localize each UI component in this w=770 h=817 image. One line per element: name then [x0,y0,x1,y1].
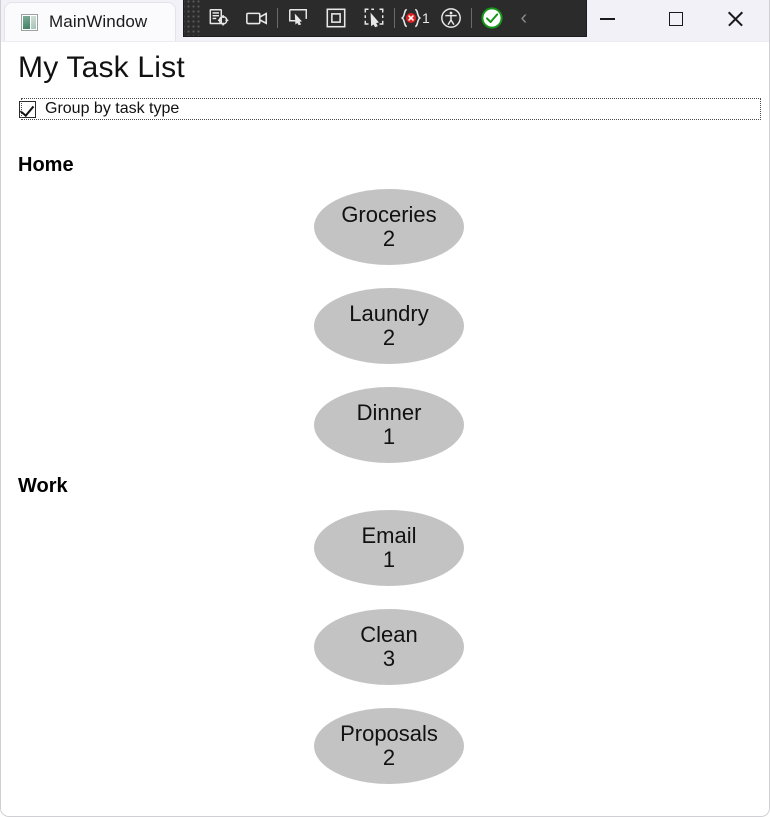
toolbar-separator [470,8,472,28]
page-title: My Task List [18,51,185,84]
window-title: MainWindow [49,12,148,31]
app-window-icon [21,13,38,31]
toolbar-separator [277,8,278,28]
minimize-icon [599,18,615,20]
task-node-label: Laundry [349,301,429,327]
minimize-button[interactable] [584,0,630,38]
task-node-label: Proposals [340,721,438,747]
cursor-select-icon[interactable] [279,0,317,36]
task-node-count: 1 [382,547,396,572]
checkmark-icon [19,101,35,117]
task-node-count: 3 [382,646,396,671]
checkbox-box [19,100,36,118]
task-node[interactable]: Laundry 2 [314,288,464,364]
record-video-icon[interactable] [238,0,276,36]
task-node-label: Clean [360,622,418,648]
task-node[interactable]: Email 1 [314,510,464,586]
task-node-count: 2 [382,325,396,350]
task-node-label: Dinner [356,400,422,426]
element-select-icon[interactable] [355,0,393,36]
task-node-label: Email [361,523,417,549]
maximize-button[interactable] [653,0,699,38]
toolbar-collapse-icon[interactable]: ‹ [511,7,537,30]
screenshot-target-icon[interactable] [200,0,238,36]
task-node[interactable]: Clean 3 [314,609,464,685]
toolbar-separator [394,8,395,28]
status-ok-icon[interactable] [473,0,511,36]
task-node[interactable]: Groceries 2 [314,189,464,265]
task-node-label: Groceries [341,202,437,228]
close-icon [726,10,744,28]
error-count-badge: 1 [422,10,430,26]
toolbar-drag-grip[interactable] [184,0,200,36]
group-header-work: Work [18,475,68,497]
group-by-task-type-label: Group by task type [45,100,180,117]
window-select-icon[interactable] [317,0,355,36]
task-node[interactable]: Proposals 2 [314,708,464,784]
group-header-home: Home [18,154,74,176]
maximize-icon [669,12,683,26]
accessibility-icon[interactable] [432,0,470,36]
client-area: My Task List Group by task type Home Groc… [1,42,769,816]
close-button[interactable] [712,0,758,38]
task-node-count: 1 [382,424,396,449]
computer-use-toolbar: 1 ‹ [184,0,586,36]
task-node-count: 2 [382,745,396,770]
title-bar: MainWindow 1 ‹ [1,0,769,42]
task-node-count: 2 [382,226,396,251]
main-window: MainWindow 1 ‹ My Task List Group by tas… [0,0,770,817]
group-by-task-type-checkbox[interactable]: Group by task type [19,98,761,120]
window-tab[interactable]: MainWindow [4,2,176,41]
task-node[interactable]: Dinner 1 [314,387,464,463]
